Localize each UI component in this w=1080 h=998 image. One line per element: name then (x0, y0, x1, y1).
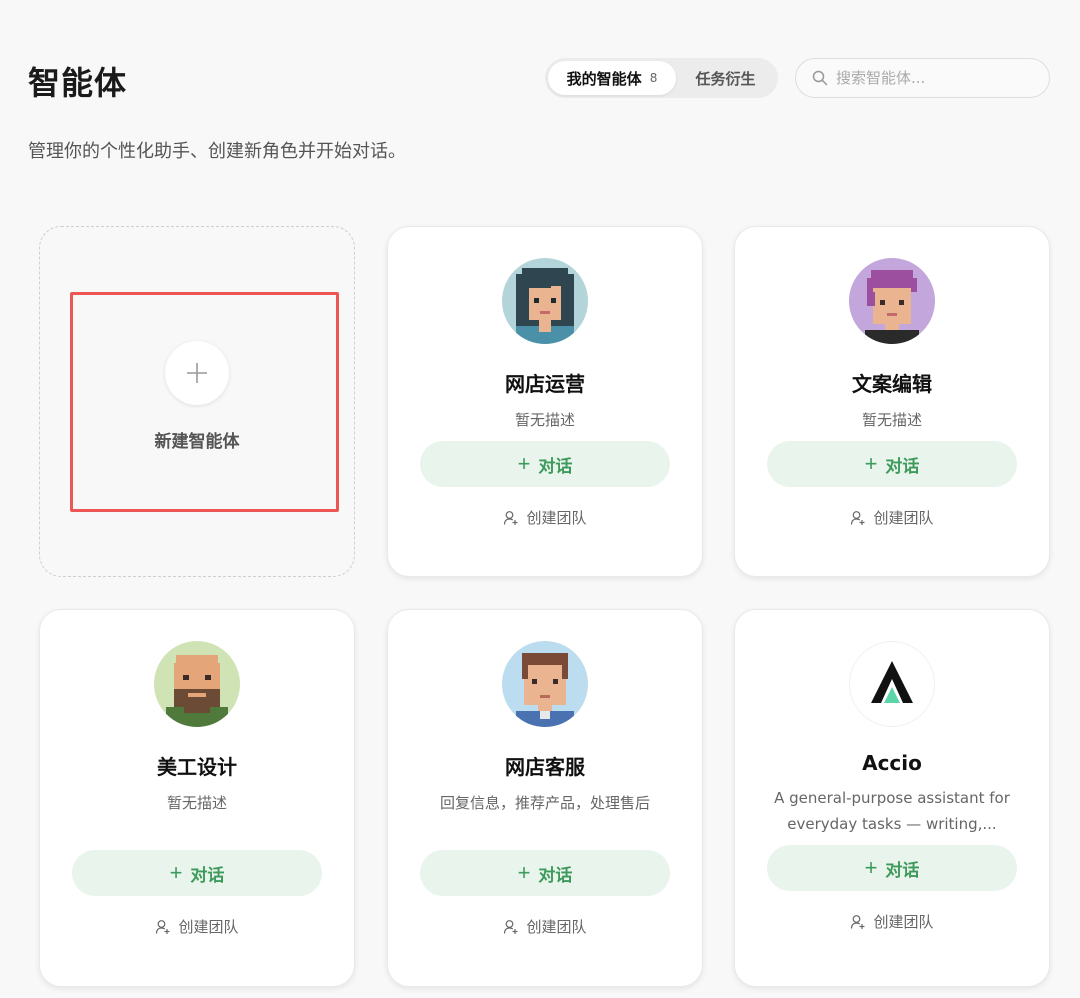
chat-button-label: 对话 (538, 456, 573, 476)
search-icon (812, 70, 828, 86)
agent-description: 暂无描述 (166, 794, 227, 812)
plus-icon: + (864, 855, 878, 880)
tab-task-derived[interactable]: 任务衍生 (676, 61, 775, 95)
avatar (849, 258, 935, 344)
plus-icon: + (517, 451, 531, 476)
create-team-label: 创建团队 (873, 509, 934, 527)
avatar (154, 641, 240, 727)
tab-my-agents[interactable]: 我的智能体 8 (548, 61, 676, 95)
add-agent-button[interactable] (165, 341, 229, 405)
create-team-label: 创建团队 (873, 913, 934, 931)
agent-description: 回复信息，推荐产品，处理售后 (439, 794, 650, 812)
create-team-link[interactable]: 创建团队 (850, 911, 934, 932)
chat-button[interactable]: + 对话 (72, 850, 322, 896)
agent-name: 网店客服 (505, 755, 585, 779)
chat-button-label: 对话 (538, 865, 573, 885)
create-team-link[interactable]: 创建团队 (503, 507, 587, 528)
create-team-label: 创建团队 (178, 918, 239, 936)
agent-name: Accio (862, 751, 922, 775)
create-team-link[interactable]: 创建团队 (503, 916, 587, 937)
new-agent-card[interactable]: 新建智能体 (39, 226, 355, 577)
create-team-link[interactable]: 创建团队 (850, 507, 934, 528)
plus-icon: + (864, 451, 878, 476)
create-team-label: 创建团队 (526, 918, 587, 936)
avatar (502, 641, 588, 727)
add-user-icon (156, 919, 170, 934)
chat-button[interactable]: + 对话 (420, 850, 670, 896)
chat-button-label: 对话 (885, 860, 920, 880)
plus-icon: + (169, 860, 183, 885)
chat-button-label: 对话 (190, 865, 225, 885)
agent-card: 网店运营 暂无描述 + 对话 创建团队 (387, 226, 703, 577)
create-team-link[interactable]: 创建团队 (155, 916, 239, 937)
agent-card: 美工设计 暂无描述 + 对话 创建团队 (39, 609, 355, 987)
agent-name: 美工设计 (157, 755, 237, 779)
page-title: 智能体 (28, 64, 128, 102)
plus-icon (187, 363, 207, 383)
agent-card: Accio A general-purpose assistant for ev… (734, 609, 1050, 987)
agent-tabs: 我的智能体 8 任务衍生 (545, 58, 778, 98)
add-user-icon (851, 914, 865, 929)
create-team-label: 创建团队 (526, 509, 587, 527)
agent-name: 网店运营 (505, 372, 585, 396)
avatar (849, 641, 935, 727)
new-agent-label: 新建智能体 (154, 432, 240, 452)
add-user-icon (851, 510, 865, 525)
chat-button-label: 对话 (885, 456, 920, 476)
accio-logo-icon (871, 661, 913, 703)
plus-icon: + (517, 860, 531, 885)
agent-description: A general-purpose assistant for everyday… (774, 789, 1010, 833)
tab-my-agents-count: 8 (649, 71, 658, 85)
agent-card: 网店客服 回复信息，推荐产品，处理售后 + 对话 创建团队 (387, 609, 703, 987)
agent-name: 文案编辑 (852, 372, 932, 396)
search-input[interactable] (836, 69, 1036, 87)
chat-button[interactable]: + 对话 (420, 441, 670, 487)
chat-button[interactable]: + 对话 (767, 845, 1017, 891)
search-box (795, 58, 1050, 98)
avatar (502, 258, 588, 344)
tab-my-agents-label: 我的智能体 (566, 69, 642, 88)
agent-card: 文案编辑 暂无描述 + 对话 创建团队 (734, 226, 1050, 577)
add-user-icon (504, 510, 518, 525)
page-subtitle: 管理你的个性化助手、创建新角色并开始对话。 (28, 141, 406, 162)
add-user-icon (504, 919, 518, 934)
tab-task-derived-label: 任务衍生 (695, 69, 756, 88)
chat-button[interactable]: + 对话 (767, 441, 1017, 487)
